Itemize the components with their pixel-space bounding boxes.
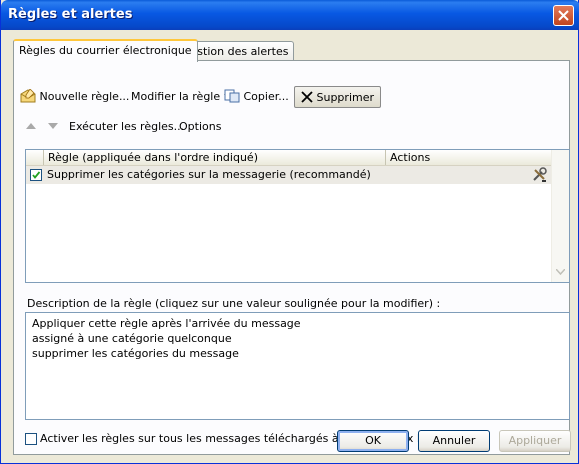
run-rules-label: Exécuter les règles... bbox=[69, 120, 185, 133]
description-line: supprimer les catégories du message bbox=[32, 347, 239, 360]
rules-alerts-dialog: Règles et alertes Règles du courrier éle… bbox=[0, 0, 579, 464]
window-title: Règles et alertes bbox=[8, 7, 133, 22]
rule-row[interactable]: Supprimer les catégories sur la messager… bbox=[26, 166, 553, 184]
header-checkbox-column bbox=[26, 150, 44, 165]
scroll-down-icon[interactable] bbox=[556, 269, 565, 275]
description-line: Appliquer cette règle après l'arrivée du… bbox=[32, 317, 301, 330]
new-rule-icon bbox=[20, 88, 36, 103]
header-actions-column[interactable]: Actions bbox=[386, 150, 553, 165]
close-button[interactable] bbox=[553, 5, 574, 26]
apply-button[interactable]: Appliquer bbox=[499, 430, 571, 452]
new-rule-label: Nouvelle règle... bbox=[39, 90, 130, 103]
rule-description-box[interactable]: Appliquer cette règle après l'arrivée du… bbox=[25, 312, 570, 420]
modify-rule-button[interactable]: Modifier la règle bbox=[131, 86, 232, 108]
rules-list[interactable]: Règle (appliquée dans l'ordre indiqué) A… bbox=[25, 149, 570, 283]
description-line: assigné à une catégorie quelconque bbox=[32, 332, 232, 345]
options-label: Options bbox=[179, 120, 222, 133]
rss-checkbox[interactable] bbox=[25, 433, 37, 445]
options-button[interactable]: Options bbox=[179, 116, 221, 138]
header-actions-label: Actions bbox=[390, 151, 431, 164]
dialog-body: Règles du courrier électronique Gestion … bbox=[5, 30, 574, 459]
arrow-up-icon bbox=[26, 123, 36, 129]
header-rule-label: Règle (appliquée dans l'ordre indiqué) bbox=[48, 151, 258, 164]
header-rule-column[interactable]: Règle (appliquée dans l'ordre indiqué) bbox=[44, 150, 386, 165]
run-rules-button[interactable]: Exécuter les règles... bbox=[69, 116, 184, 138]
ok-label: OK bbox=[365, 434, 381, 447]
rule-actions-icon[interactable] bbox=[531, 167, 547, 183]
cancel-label: Annuler bbox=[432, 434, 476, 447]
cancel-button[interactable]: Annuler bbox=[418, 430, 490, 452]
delete-label: Supprimer bbox=[316, 91, 375, 104]
delete-icon bbox=[301, 91, 313, 103]
copy-rule-button[interactable]: Copier... bbox=[224, 86, 289, 108]
close-icon bbox=[558, 10, 569, 21]
email-rules-panel: Nouvelle règle... Modifier la règle Copi… bbox=[13, 60, 570, 455]
copy-label: Copier... bbox=[243, 90, 289, 103]
new-rule-button[interactable]: Nouvelle règle... bbox=[20, 86, 129, 108]
tab-label: Gestion des alertes bbox=[182, 45, 289, 58]
tab-email-rules[interactable]: Règles du courrier électronique bbox=[13, 39, 198, 62]
title-bar[interactable]: Règles et alertes bbox=[1, 0, 579, 30]
copy-icon bbox=[224, 89, 240, 103]
description-label: Description de la règle (cliquez sur une… bbox=[27, 297, 441, 310]
move-up-button[interactable] bbox=[26, 116, 36, 138]
apply-label: Appliquer bbox=[508, 434, 562, 447]
rule-name: Supprimer les catégories sur la messager… bbox=[47, 168, 371, 181]
ok-button[interactable]: OK bbox=[337, 430, 409, 452]
arrow-down-icon bbox=[48, 123, 58, 129]
delete-rule-button[interactable]: Supprimer bbox=[294, 86, 382, 108]
checkmark-icon bbox=[32, 171, 41, 179]
rules-list-header: Règle (appliquée dans l'ordre indiqué) A… bbox=[26, 150, 553, 166]
move-down-button[interactable] bbox=[48, 116, 58, 138]
tab-label: Règles du courrier électronique bbox=[19, 44, 192, 57]
rules-list-scrollbar[interactable] bbox=[551, 150, 569, 282]
modify-rule-label: Modifier la règle bbox=[131, 90, 221, 103]
rule-checkbox[interactable] bbox=[30, 169, 42, 181]
